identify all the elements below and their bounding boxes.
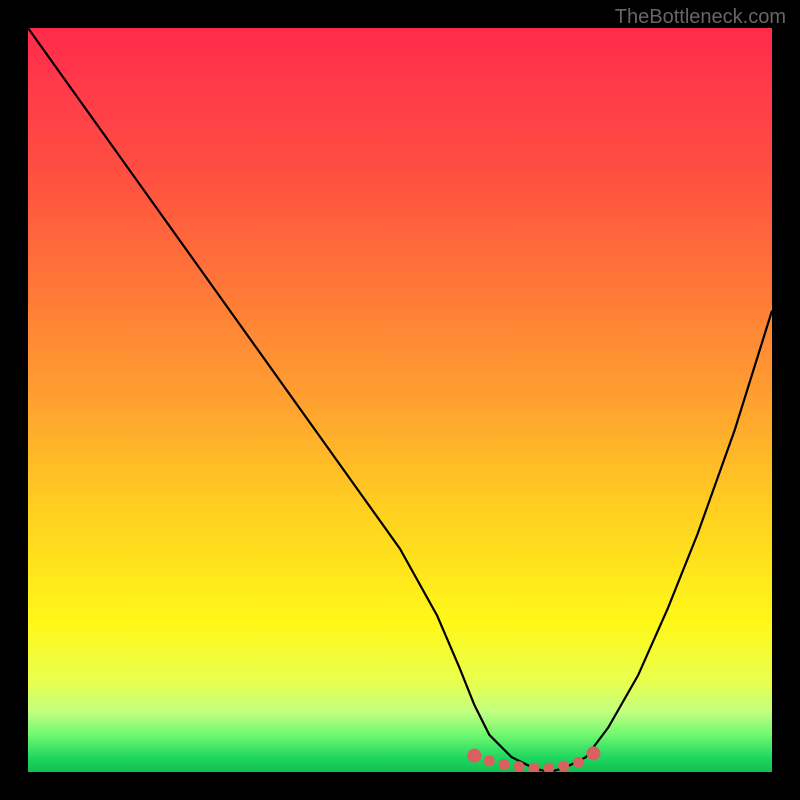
curve-marker (499, 759, 510, 770)
chart-area (28, 28, 772, 772)
curve-marker (543, 763, 554, 772)
curve-svg (28, 28, 772, 772)
watermark-text: TheBottleneck.com (615, 6, 786, 29)
curve-marker (558, 761, 569, 772)
curve-marker (573, 757, 584, 768)
curve-marker (528, 763, 539, 772)
bottleneck-curve (28, 28, 772, 772)
curve-markers (467, 746, 600, 772)
curve-marker (586, 746, 600, 760)
curve-marker (514, 761, 525, 772)
curve-marker (467, 749, 481, 763)
curve-marker (484, 755, 495, 766)
